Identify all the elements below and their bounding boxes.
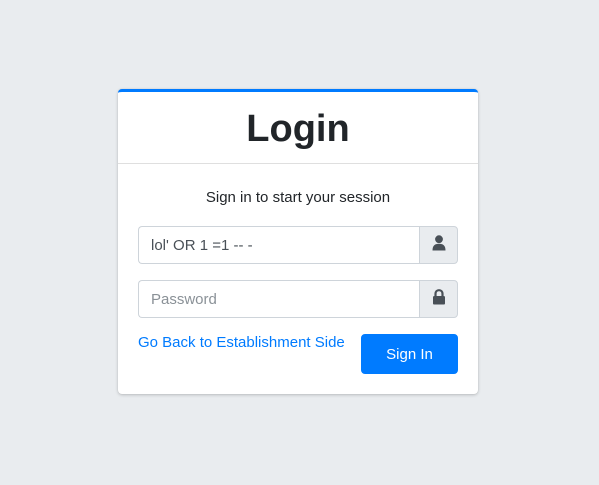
back-to-establishment-link[interactable]: Go Back to Establishment Side — [138, 334, 345, 352]
user-icon — [432, 234, 446, 256]
login-message: Sign in to start your session — [205, 189, 391, 206]
password-input-group — [138, 280, 458, 318]
card-header: Login — [118, 92, 478, 164]
login-page: Login Sign in to start your session lol'… — [0, 0, 599, 485]
page-title: Login — [246, 107, 350, 150]
password-input[interactable] — [138, 280, 419, 318]
card-body: Sign in to start your session lol' OR 1 … — [118, 164, 478, 394]
password-addon — [419, 280, 458, 318]
username-input[interactable] — [138, 226, 419, 264]
lock-icon — [432, 288, 446, 310]
login-card: Login Sign in to start your session lol'… — [118, 89, 478, 394]
username-addon — [419, 226, 458, 264]
username-input-group — [138, 226, 458, 264]
actions-row: Go Back to Establishment Side Sign In — [138, 334, 458, 374]
sign-in-button[interactable]: Sign In — [361, 334, 458, 374]
